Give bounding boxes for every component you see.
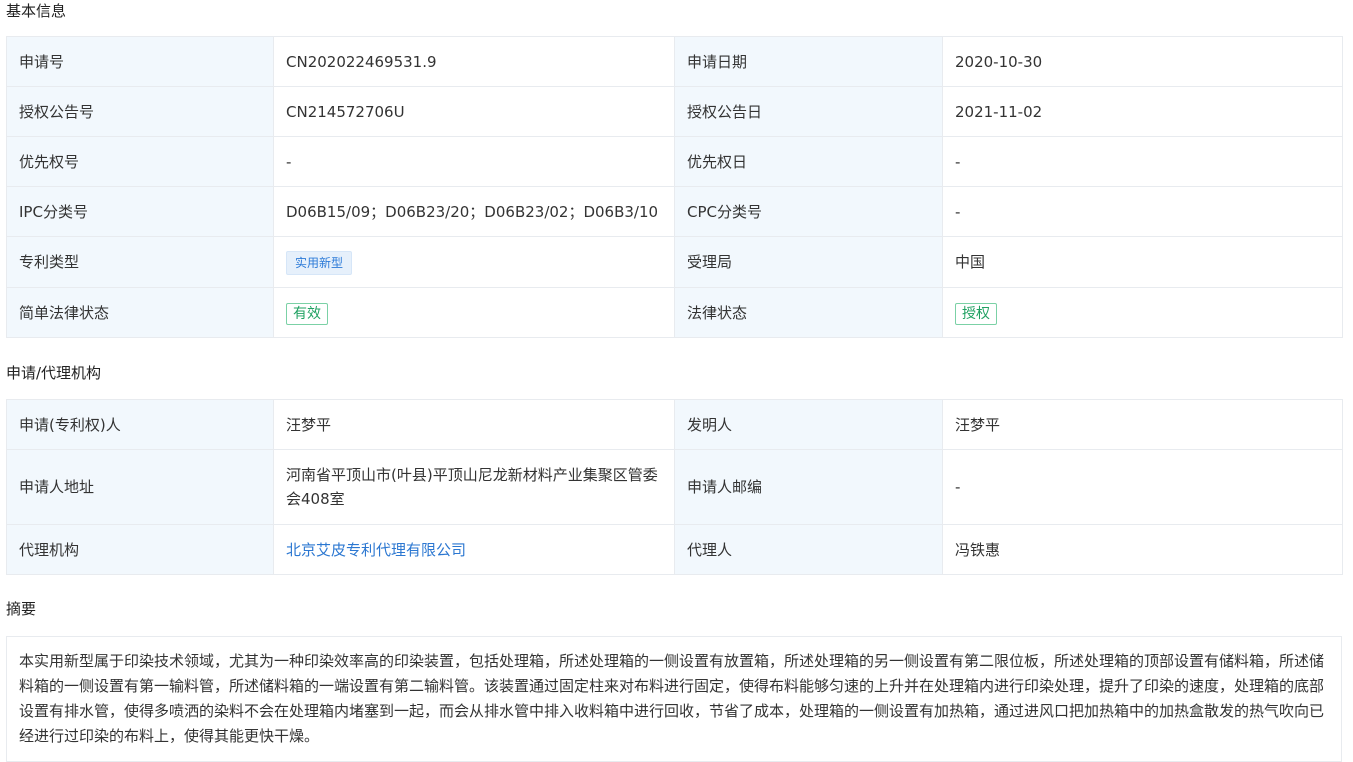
applicant-address-label: 申请人地址 [6,449,274,525]
agency-label: 代理机构 [6,524,274,575]
agency-cell: 北京艾皮专利代理有限公司 [273,524,675,575]
patent-type-label: 专利类型 [6,236,274,288]
agent-value: 冯铁惠 [942,524,1343,575]
inventor-label: 发明人 [674,399,943,450]
receiving-office-value: 中国 [942,236,1343,288]
applicant-postcode-value: - [942,449,1343,525]
section-title-basic-info: 基本信息 [6,2,67,20]
grant-number-label: 授权公告号 [6,86,274,137]
priority-number-label: 优先权号 [6,136,274,187]
cpc-value: - [942,186,1343,237]
application-date-label: 申请日期 [674,36,943,87]
grant-number-value: CN214572706U [273,86,675,137]
table-row: 简单法律状态 有效 法律状态 授权 [6,287,1343,338]
applicant-label: 申请(专利权)人 [6,399,274,450]
application-date-value: 2020-10-30 [942,36,1343,87]
agency-name-link[interactable]: 北京艾皮专利代理有限公司 [286,541,466,559]
applicant-value: 汪梦平 [273,399,675,450]
applicant-postcode-label: 申请人邮编 [674,449,943,525]
applicant-address-value: 河南省平顶山市(叶县)平顶山尼龙新材料产业集聚区管委会408室 [273,449,675,525]
receiving-office-label: 受理局 [674,236,943,288]
section-title-abstract: 摘要 [6,600,37,618]
ipc-label: IPC分类号 [6,186,274,237]
table-row: 专利类型 实用新型 受理局 中国 [6,236,1343,288]
legal-status-cell: 授权 [942,287,1343,338]
table-row: 授权公告号 CN214572706U 授权公告日 2021-11-02 [6,86,1343,137]
application-number-value: CN202022469531.9 [273,36,675,87]
section-title-agency: 申请/代理机构 [6,364,102,382]
inventor-value: 汪梦平 [942,399,1343,450]
table-row: IPC分类号 D06B15/09；D06B23/20；D06B23/02；D06… [6,186,1343,237]
table-row: 申请人地址 河南省平顶山市(叶县)平顶山尼龙新材料产业集聚区管委会408室 申请… [6,449,1343,525]
basic-info-table: 申请号 CN202022469531.9 申请日期 2020-10-30 授权公… [6,36,1343,338]
agency-table: 申请(专利权)人 汪梦平 发明人 汪梦平 申请人地址 河南省平顶山市(叶县)平顶… [6,399,1343,575]
table-row: 优先权号 - 优先权日 - [6,136,1343,187]
table-row: 代理机构 北京艾皮专利代理有限公司 代理人 冯铁惠 [6,524,1343,575]
ipc-value: D06B15/09；D06B23/20；D06B23/02；D06B3/10 [273,186,675,237]
table-row: 申请号 CN202022469531.9 申请日期 2020-10-30 [6,36,1343,87]
grant-date-label: 授权公告日 [674,86,943,137]
legal-status-badge: 授权 [955,302,997,325]
simple-legal-status-cell: 有效 [273,287,675,338]
patent-type-cell: 实用新型 [273,236,675,288]
agent-label: 代理人 [674,524,943,575]
priority-number-value: - [273,136,675,187]
simple-legal-status-badge: 有效 [286,302,328,325]
cpc-label: CPC分类号 [674,186,943,237]
simple-legal-status-label: 简单法律状态 [6,287,274,338]
table-row: 申请(专利权)人 汪梦平 发明人 汪梦平 [6,399,1343,450]
patent-type-badge: 实用新型 [286,250,353,275]
priority-date-value: - [942,136,1343,187]
abstract-text: 本实用新型属于印染技术领域，尤其为一种印染效率高的印染装置，包括处理箱，所述处理… [6,636,1342,762]
priority-date-label: 优先权日 [674,136,943,187]
application-number-label: 申请号 [6,36,274,87]
legal-status-label: 法律状态 [674,287,943,338]
grant-date-value: 2021-11-02 [942,86,1343,137]
